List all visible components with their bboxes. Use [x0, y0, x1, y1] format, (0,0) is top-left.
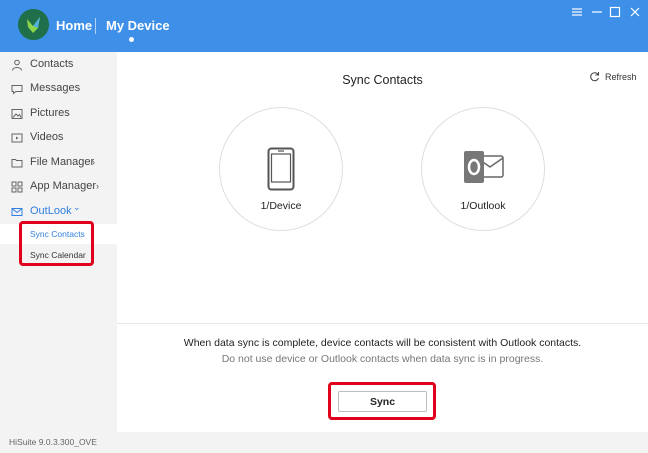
image-icon	[11, 107, 23, 119]
sidebar-item-label: Videos	[30, 131, 64, 143]
sync-button[interactable]: Sync	[338, 391, 427, 412]
close-icon[interactable]	[628, 5, 642, 19]
menu-icon[interactable]	[570, 5, 584, 19]
sidebar-item-label: Messages	[30, 82, 81, 94]
outlook-count-label: 1/Outlook	[460, 200, 506, 212]
sidebar-item-messages[interactable]: Messages	[0, 76, 117, 100]
sidebar-item-videos[interactable]: Videos	[0, 125, 117, 149]
outlook-icon	[463, 149, 505, 192]
chevron-right-icon: ›	[96, 181, 99, 191]
device-count-label: 1/Device	[260, 200, 302, 212]
sidebar-item-outlook[interactable]: OutLook ⌄	[0, 199, 117, 223]
page-title: Sync Contacts	[342, 73, 423, 87]
sync-warning-text: Do not use device or Outlook contacts wh…	[221, 353, 544, 365]
section-divider	[117, 323, 648, 324]
sidebar-subitem-sync-contacts[interactable]: Sync Contacts	[0, 224, 117, 244]
sidebar-item-file-manager[interactable]: File Manager ›	[0, 150, 117, 174]
sidebar-subitem-label: Sync Contacts	[30, 229, 85, 239]
mail-icon	[11, 205, 23, 217]
sidebar: Contacts Messages Pictures Videos File M…	[0, 52, 117, 432]
sidebar-item-label: App Manager	[30, 180, 97, 192]
maximize-icon[interactable]	[608, 5, 622, 19]
video-icon	[11, 131, 23, 143]
nav-my-device[interactable]: My Device	[106, 18, 170, 33]
refresh-icon	[589, 71, 600, 82]
device-circle[interactable]: 1/Device	[219, 107, 343, 231]
sidebar-item-label: Pictures	[30, 107, 70, 119]
minimize-icon[interactable]	[590, 5, 604, 19]
title-bar: Home My Device	[0, 0, 648, 52]
grid-icon	[11, 180, 23, 193]
active-nav-indicator	[129, 37, 134, 42]
sidebar-item-app-manager[interactable]: App Manager ›	[0, 174, 117, 198]
sync-info-text: When data sync is complete, device conta…	[183, 337, 582, 349]
person-icon	[11, 58, 23, 71]
sidebar-item-pictures[interactable]: Pictures	[0, 101, 117, 125]
sidebar-item-label: Contacts	[30, 58, 74, 70]
chat-bubble-icon	[11, 82, 23, 95]
chevron-right-icon: ›	[92, 157, 95, 167]
outlook-circle[interactable]: 1/Outlook	[421, 107, 545, 231]
sidebar-item-label: File Manager	[30, 156, 95, 168]
folder-icon	[11, 156, 23, 168]
nav-home[interactable]: Home	[56, 18, 92, 33]
sidebar-subitem-sync-calendar[interactable]: Sync Calendar	[0, 245, 117, 265]
sidebar-item-label: OutLook	[30, 205, 72, 217]
status-bar: HiSuite 9.0.3.300_OVE	[0, 432, 648, 453]
phone-icon	[267, 147, 295, 196]
sidebar-item-contacts[interactable]: Contacts	[0, 52, 117, 76]
chevron-down-icon: ⌄	[73, 202, 81, 212]
refresh-button[interactable]: Refresh	[589, 71, 637, 82]
hisuite-logo-icon	[18, 9, 49, 40]
sidebar-subitem-label: Sync Calendar	[30, 250, 86, 260]
version-label: HiSuite 9.0.3.300_OVE	[9, 437, 97, 447]
main-panel: Sync Contacts Refresh 1/Device 1/Outlook…	[117, 52, 648, 432]
refresh-label: Refresh	[605, 71, 637, 82]
nav-divider	[95, 18, 96, 34]
